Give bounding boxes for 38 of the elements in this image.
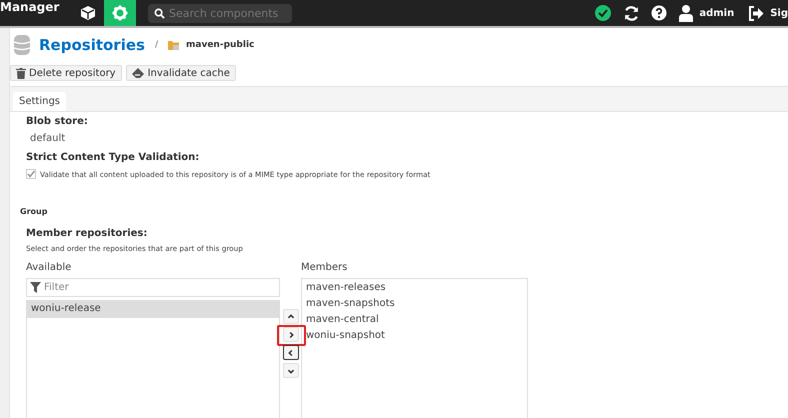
folder-icon — [168, 40, 180, 50]
move-button[interactable] — [282, 345, 298, 360]
list-item[interactable]: woniu-snapshot — [302, 328, 527, 344]
sign-out-link[interactable]: Sig — [770, 8, 788, 18]
breadcrumb-current: maven-public — [186, 40, 254, 50]
user-name[interactable]: admin — [699, 8, 734, 18]
database-icon — [13, 34, 31, 56]
list-item[interactable]: maven-central — [302, 312, 527, 328]
breadcrumb-link[interactable]: Repositories — [39, 36, 145, 54]
cube-icon — [80, 5, 96, 21]
list-item[interactable]: maven-snapshots — [302, 296, 527, 312]
search-icon — [154, 8, 165, 18]
user-icon[interactable] — [678, 4, 694, 22]
settings-tab[interactable]: Settings — [13, 92, 66, 111]
toolbar-button[interactable]: Delete repository — [10, 65, 122, 81]
search-field[interactable]: Search components — [148, 4, 292, 22]
section-heading: Group — [20, 207, 48, 216]
list-item[interactable]: maven-releases — [302, 280, 527, 296]
breadcrumb-separator: / — [154, 40, 158, 50]
app-title: Manager — [0, 0, 60, 14]
checkbox[interactable] — [26, 169, 36, 179]
refresh-icon[interactable] — [623, 4, 640, 22]
field-value: default — [30, 133, 66, 144]
filter-icon — [30, 282, 41, 293]
field-label: Strict Content Type Validation: — [26, 152, 200, 163]
field-label: Blob store: — [26, 116, 89, 127]
filter-field[interactable]: Filter — [26, 278, 280, 297]
settings-icon — [112, 5, 128, 21]
status-check-icon[interactable] — [594, 4, 612, 22]
trash-icon — [16, 68, 26, 78]
column-title: Available — [26, 262, 72, 273]
sign-out-icon[interactable] — [748, 6, 764, 20]
column-title: Members — [301, 262, 348, 273]
field-label: Member repositories: — [26, 228, 148, 239]
toolbar-button[interactable]: Invalidate cache — [126, 65, 236, 81]
list-item[interactable]: woniu-release — [27, 301, 279, 318]
help-icon[interactable] — [651, 5, 668, 21]
eraser-icon — [132, 68, 145, 78]
